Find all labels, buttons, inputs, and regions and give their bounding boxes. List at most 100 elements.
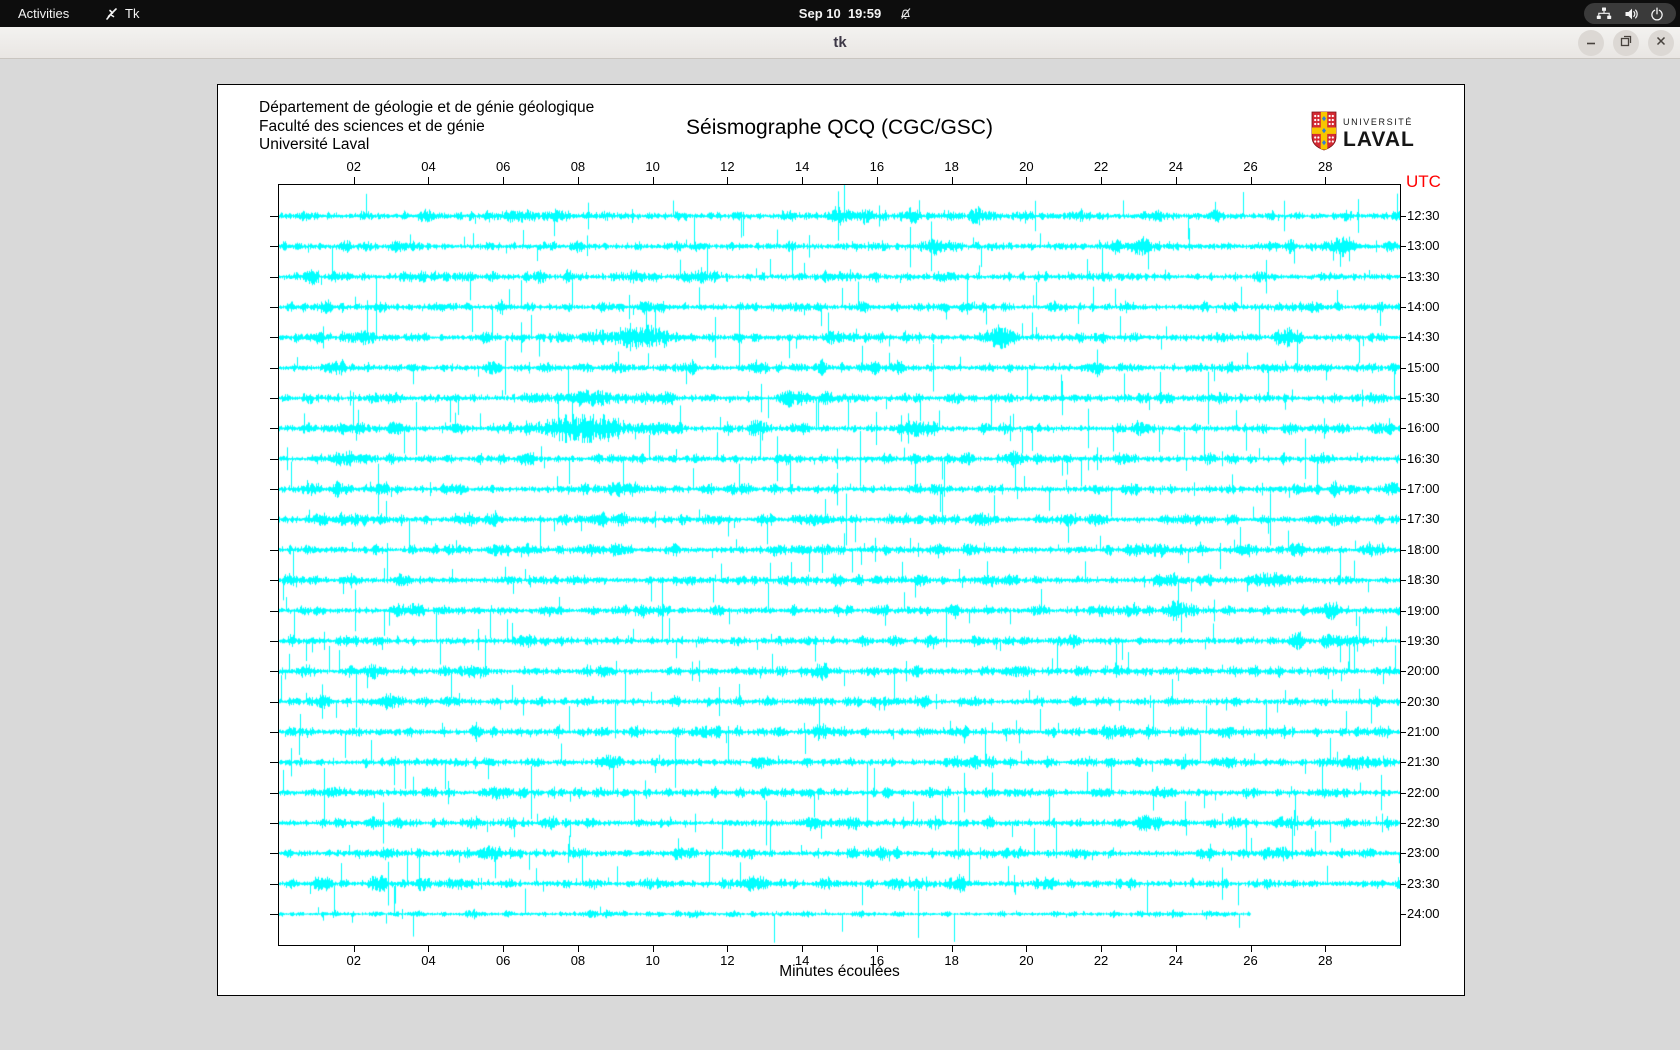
- row-tick-left: [270, 489, 278, 491]
- x-axis-tick-bottom: [577, 945, 579, 952]
- x-axis-tick-bottom: [428, 945, 430, 952]
- x-axis-tick-bottom: [353, 945, 355, 952]
- tk-icon: [104, 7, 118, 21]
- utc-time-label: 17:00: [1407, 481, 1440, 497]
- institution-line-1: Département de géologie et de génie géol…: [259, 99, 595, 116]
- x-axis-tick-bottom: [802, 945, 804, 952]
- x-axis-tick-label-top: 02: [346, 159, 361, 174]
- tk-app-label: Tk: [125, 6, 140, 21]
- row-tick-left: [270, 731, 278, 733]
- x-axis-tick-top: [802, 177, 804, 184]
- row-tick-right: [1400, 610, 1406, 612]
- utc-time-label: 20:00: [1407, 663, 1440, 679]
- row-tick-right: [1400, 580, 1406, 582]
- x-axis-tick-label-top: 20: [1019, 159, 1034, 174]
- x-axis-tick-top: [503, 177, 505, 184]
- x-axis-tick-label-top: 28: [1318, 159, 1333, 174]
- utc-time-label: 18:30: [1407, 572, 1440, 588]
- laval-shield-icon: [1311, 111, 1337, 156]
- x-axis-tick-top: [1101, 177, 1103, 184]
- row-tick-right: [1400, 398, 1406, 400]
- x-axis-tick-bottom: [1175, 945, 1177, 952]
- row-tick-left: [270, 398, 278, 400]
- x-axis-tick-label-top: 06: [495, 159, 511, 174]
- row-tick-right: [1400, 792, 1406, 794]
- row-tick-right: [1400, 519, 1406, 521]
- utc-time-label: 22:00: [1407, 784, 1440, 800]
- row-tick-left: [270, 580, 278, 582]
- x-axis-tick-label-top: 26: [1243, 159, 1258, 174]
- utc-time-label: 19:00: [1407, 602, 1440, 618]
- row-tick-left: [270, 428, 278, 430]
- row-tick-left: [270, 914, 278, 915]
- universite-laval-logo: UNIVERSITÉ LAVAL: [1311, 111, 1415, 156]
- row-tick-right: [1400, 489, 1406, 491]
- x-axis-tick-top: [428, 177, 430, 184]
- x-axis-tick-top: [1026, 177, 1028, 184]
- row-tick-left: [270, 822, 278, 824]
- row-tick-right: [1400, 762, 1406, 764]
- tk-taskbar-item[interactable]: Tk: [104, 0, 139, 27]
- seismograph-canvas: Département de géologie et de génie géol…: [217, 84, 1465, 996]
- row-tick-left: [270, 853, 278, 855]
- window-titlebar[interactable]: tk: [0, 27, 1680, 59]
- logo-word-laval: LAVAL: [1343, 127, 1415, 151]
- utc-time-label: 23:00: [1407, 845, 1440, 861]
- row-tick-left: [270, 307, 278, 309]
- utc-time-label: 16:30: [1407, 450, 1440, 466]
- x-axis-tick-label-top: 04: [421, 159, 436, 174]
- minimize-button[interactable]: [1578, 29, 1604, 56]
- maximize-button[interactable]: [1613, 29, 1639, 56]
- x-axis-tick-top: [577, 177, 579, 184]
- row-tick-right: [1400, 640, 1406, 642]
- utc-time-label: 23:30: [1407, 875, 1440, 891]
- row-tick-left: [270, 246, 278, 248]
- tk-window-content: Département de géologie et de génie géol…: [0, 59, 1680, 1050]
- x-axis-tick-top: [1175, 177, 1177, 184]
- x-axis-tick-top: [1250, 177, 1252, 184]
- row-tick-right: [1400, 276, 1406, 278]
- x-axis-tick-label-top: 16: [869, 159, 885, 174]
- utc-time-label: 18:00: [1407, 541, 1440, 557]
- close-button[interactable]: [1648, 29, 1674, 56]
- seismogram-plot-area: UTC 02 02 04 04 06 06 08 08 10 10 12 12 14 14 16 16 18 18…: [270, 159, 1441, 968]
- utc-time-label: 17:30: [1407, 511, 1440, 527]
- row-tick-left: [270, 458, 278, 460]
- network-icon: [1596, 7, 1612, 20]
- row-tick-right: [1400, 307, 1406, 309]
- x-axis-tick-bottom: [1250, 945, 1252, 952]
- system-tray-button[interactable]: [1584, 3, 1676, 24]
- utc-time-label: 22:30: [1407, 814, 1440, 830]
- row-tick-right: [1400, 458, 1406, 460]
- row-tick-left: [270, 762, 278, 764]
- utc-time-label: 19:30: [1407, 632, 1440, 648]
- row-tick-right: [1400, 246, 1406, 248]
- x-axis-tick-top: [1325, 177, 1327, 184]
- x-axis-title: Minutes écoulées: [779, 963, 900, 980]
- row-tick-right: [1400, 914, 1406, 915]
- utc-time-label: 24:00: [1407, 906, 1440, 921]
- x-axis-tick-label-top: 22: [1093, 159, 1109, 174]
- x-axis-tick-label-top: 08: [570, 159, 586, 174]
- x-axis-tick-bottom: [503, 945, 505, 952]
- power-icon: [1650, 7, 1664, 21]
- x-axis-tick-top: [727, 177, 729, 184]
- row-tick-left: [270, 610, 278, 612]
- x-axis-tick-bottom: [1026, 945, 1028, 952]
- row-tick-right: [1400, 701, 1406, 703]
- volume-icon: [1624, 7, 1639, 21]
- activities-button[interactable]: Activities: [10, 0, 77, 27]
- clock-button[interactable]: Sep 10 19:59: [799, 0, 881, 27]
- plot-border: [278, 184, 1401, 946]
- x-axis-tick-label-top: 18: [944, 159, 959, 174]
- row-tick-right: [1400, 428, 1406, 430]
- close-icon: [1655, 34, 1667, 52]
- x-axis-tick-top: [876, 177, 878, 184]
- row-tick-left: [270, 519, 278, 521]
- row-tick-right: [1400, 853, 1406, 855]
- gnome-top-bar: Activities Tk Sep 10 19:59: [0, 0, 1680, 27]
- minimize-icon: [1585, 34, 1597, 52]
- row-tick-left: [270, 367, 278, 369]
- row-tick-right: [1400, 337, 1406, 339]
- row-tick-left: [270, 792, 278, 794]
